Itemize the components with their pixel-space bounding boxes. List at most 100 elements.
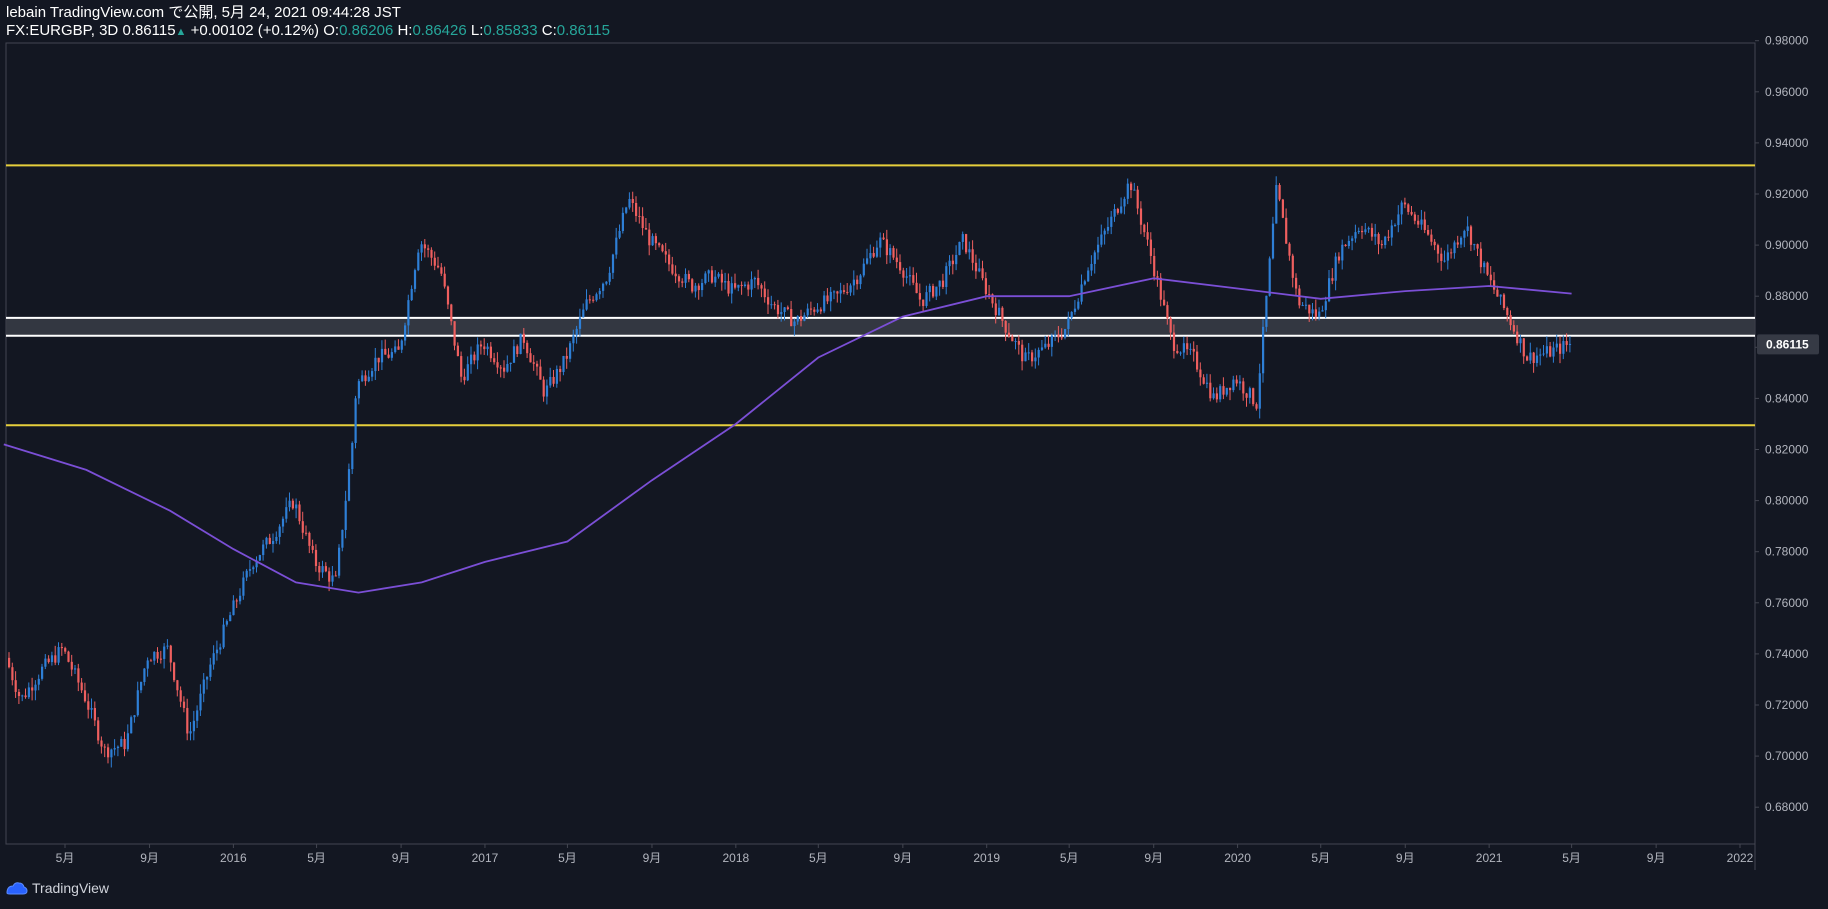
candle-body [354,398,357,443]
candle-body [404,325,407,341]
price-axis[interactable]: 0.98000 0.96000 0.94000 0.92000 0.90000 0.880… [1755,34,1809,815]
candle-body [410,288,413,301]
price-tick-label: 0.78000 [1765,545,1809,559]
candle-body [740,284,743,286]
candle-body [1163,299,1166,306]
candle-body [1301,305,1304,307]
candle-body [618,230,621,238]
candle-body [1146,232,1149,240]
time-tick-label: 2018 [722,851,749,865]
candle-body [1423,219,1426,231]
candle-body [1529,352,1532,361]
candle-body [1070,311,1073,318]
candle-body [344,500,347,530]
candle-body [1090,263,1093,271]
time-tick-label: 9月 [140,851,159,865]
candle-body [948,260,951,267]
candle-body [1357,230,1360,233]
candle-body [654,236,657,244]
candle-body [1417,220,1420,225]
price-tick-label: 0.98000 [1765,34,1809,48]
candle-body [31,687,34,691]
candle-body [816,309,819,312]
candle-body [225,621,228,625]
candle-body [638,215,641,217]
candle-body [1149,239,1152,256]
candle-body [809,308,813,310]
candle-body [456,345,459,357]
candle-body [331,575,334,582]
candle-body [1050,335,1053,347]
symbol-label[interactable]: FX:EURGBP, 3D [6,22,118,39]
candle-body [671,264,674,274]
candle-body [1011,336,1014,342]
branding[interactable]: TradingView [6,880,109,896]
low-value: 0.85833 [483,22,538,39]
candle-body [1341,244,1344,261]
candle-body [1110,216,1113,227]
candle-body [1413,214,1416,221]
candle-body [1123,198,1126,207]
candle-body [34,684,37,691]
candle-body [1285,217,1288,244]
candle-body [1545,346,1548,354]
candle-body [8,657,11,668]
candle-body [905,276,908,278]
price-chart[interactable]: 0.98000 0.96000 0.94000 0.92000 0.90000 0.880… [0,0,1828,909]
candle-body [90,708,93,710]
candle-body [1344,244,1347,247]
candle-body [1410,211,1413,215]
candle-body [285,507,288,519]
candle-body [509,362,512,365]
candle-body [1397,214,1400,226]
candle-body [773,304,776,306]
candle-body [1156,276,1159,278]
candle-body [902,270,905,278]
candle-body [1215,393,1218,400]
candle-body [1407,204,1410,212]
candle-body [885,239,888,256]
time-tick-label: 5月 [558,851,577,865]
candle-body [826,295,829,302]
candle-body [262,544,265,556]
candle-body [374,357,377,372]
candle-body [727,280,730,294]
candle-body [1120,206,1123,213]
candle-body [750,279,753,290]
time-axis[interactable]: 5月 9月 2016 5月 9月 2017 5月 9月 2018 5月 9月 2019 5月 9月 2020… [56,844,1754,865]
candle-body [866,258,869,264]
ohlc-legend: FX:EURGBP, 3D 0.86115▲ +0.00102 (+0.12%)… [6,22,610,41]
candle-body [938,280,941,287]
price-tick-label: 0.82000 [1765,443,1809,457]
candle-body [932,286,935,297]
candle-body [625,207,628,213]
candle-body [1262,326,1265,374]
time-tick-label: 5月 [307,851,326,865]
candle-body [760,285,763,289]
candle-body [674,273,677,277]
candle-body [420,244,423,253]
candle-body [641,216,644,229]
candle-body [44,658,47,667]
candle-body [1324,301,1327,311]
candle-body [707,270,710,274]
candle-body [169,645,172,663]
candle-body [569,343,572,359]
candle-body [1463,230,1466,238]
candle-body [417,252,420,271]
candle-body [1199,369,1202,378]
candle-body [539,366,542,380]
candle-body [1526,356,1529,361]
candle-body [1559,343,1562,354]
candle-body [377,357,380,363]
candle-body [440,267,443,274]
candle-body [275,536,278,541]
candle-body [743,284,747,286]
candle-body [1337,256,1341,261]
candle-body [136,690,139,716]
candle-body [872,253,875,257]
candle-body [882,237,885,240]
candle-body [1001,307,1004,321]
candle-body [704,273,707,284]
candle-body [394,346,397,353]
